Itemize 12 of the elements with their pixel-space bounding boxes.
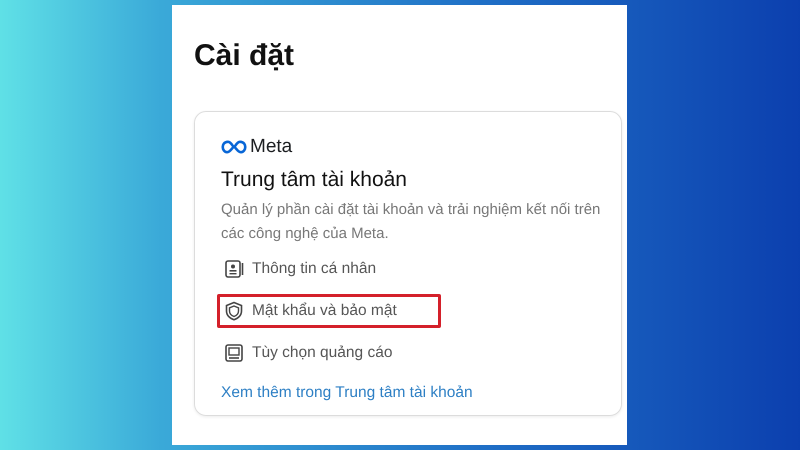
shield-icon (224, 301, 244, 321)
card-heading: Trung tâm tài khoản (221, 168, 408, 192)
page-title: Cài đặt (194, 38, 296, 74)
id-card-icon (224, 259, 244, 279)
settings-menu-item[interactable]: Tùy chọn quảng cáo (217, 336, 441, 370)
see-more-link[interactable]: Xem thêm trong Trung tâm tài khoản (221, 384, 473, 402)
monitor-icon (224, 343, 244, 363)
card-description: Quản lý phần cài đặt tài khoản và trải nghiệm kết nối trên các công nghệ của Meta. (221, 200, 601, 244)
brand-name: Meta (250, 136, 292, 158)
settings-menu-item[interactable]: Mật khẩu và bảo mật (217, 294, 441, 328)
infinity-logo-icon (221, 140, 247, 154)
settings-menu-item[interactable]: Thông tin cá nhân (217, 252, 441, 286)
